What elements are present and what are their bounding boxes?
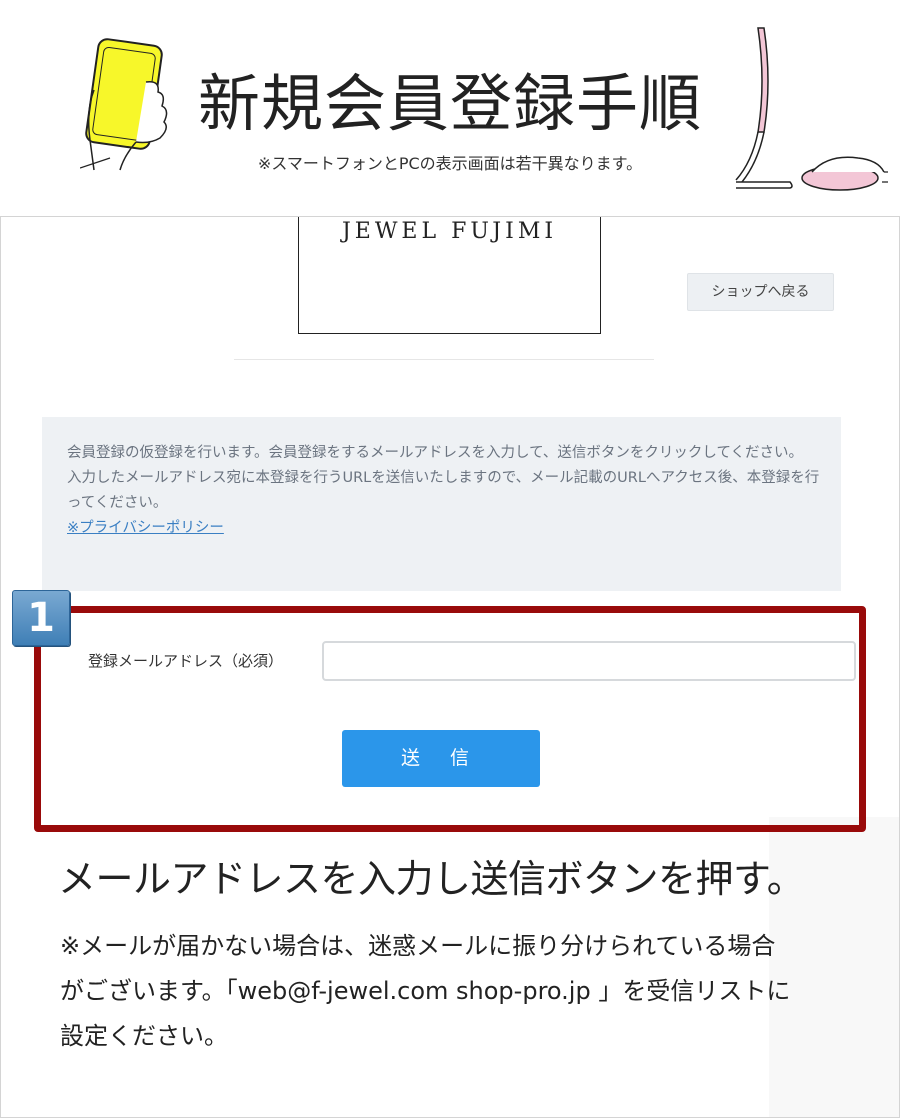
desktop-pc-mouse-icon xyxy=(735,27,888,191)
instruction-note: ※メールが届かない場合は、迷惑メールに振り分けられている場合 がございます。「w… xyxy=(60,924,860,1059)
back-to-shop-button[interactable]: ショップへ戻る xyxy=(687,273,834,311)
shop-logo[interactable]: JEWEL FUJIMI xyxy=(298,217,601,334)
guide-header: 新規会員登録手順 ※スマートフォンとPCの表示画面は若干異なります。 xyxy=(0,0,900,216)
notice-line-1: 会員登録の仮登録を行います。会員登録をするメールアドレスを入力して、送信ボタンを… xyxy=(67,445,804,461)
notice-line-2: 入力したメールアドレス宛に本登録を行うURLを送信いたしますので、メール記載のU… xyxy=(67,470,820,511)
note-line-3: 設定ください。 xyxy=(60,1022,228,1050)
instruction-heading: メールアドレスを入力し送信ボタンを押す。 xyxy=(58,857,805,901)
step-number-badge: 1 xyxy=(12,590,70,646)
notice-text: 会員登録の仮登録を行います。会員登録をするメールアドレスを入力して、送信ボタンを… xyxy=(67,441,827,541)
note-line-1: ※メールが届かない場合は、迷惑メールに振り分けられている場合 xyxy=(60,932,776,960)
divider xyxy=(234,359,654,360)
email-field-label: 登録メールアドレス（必須） xyxy=(88,652,284,670)
note-line-2: がございます。「web@f-jewel.com shop-pro.jp 」を受信… xyxy=(60,977,791,1005)
shop-logo-text: JEWEL FUJIMI xyxy=(341,219,558,244)
step-highlight-box xyxy=(34,606,866,832)
notice-box: 会員登録の仮登録を行います。会員登録をするメールアドレスを入力して、送信ボタンを… xyxy=(42,417,841,591)
submit-button[interactable]: 送 信 xyxy=(342,730,540,787)
email-field[interactable] xyxy=(322,641,856,681)
privacy-policy-link[interactable]: ※プライバシーポリシー xyxy=(67,520,224,536)
